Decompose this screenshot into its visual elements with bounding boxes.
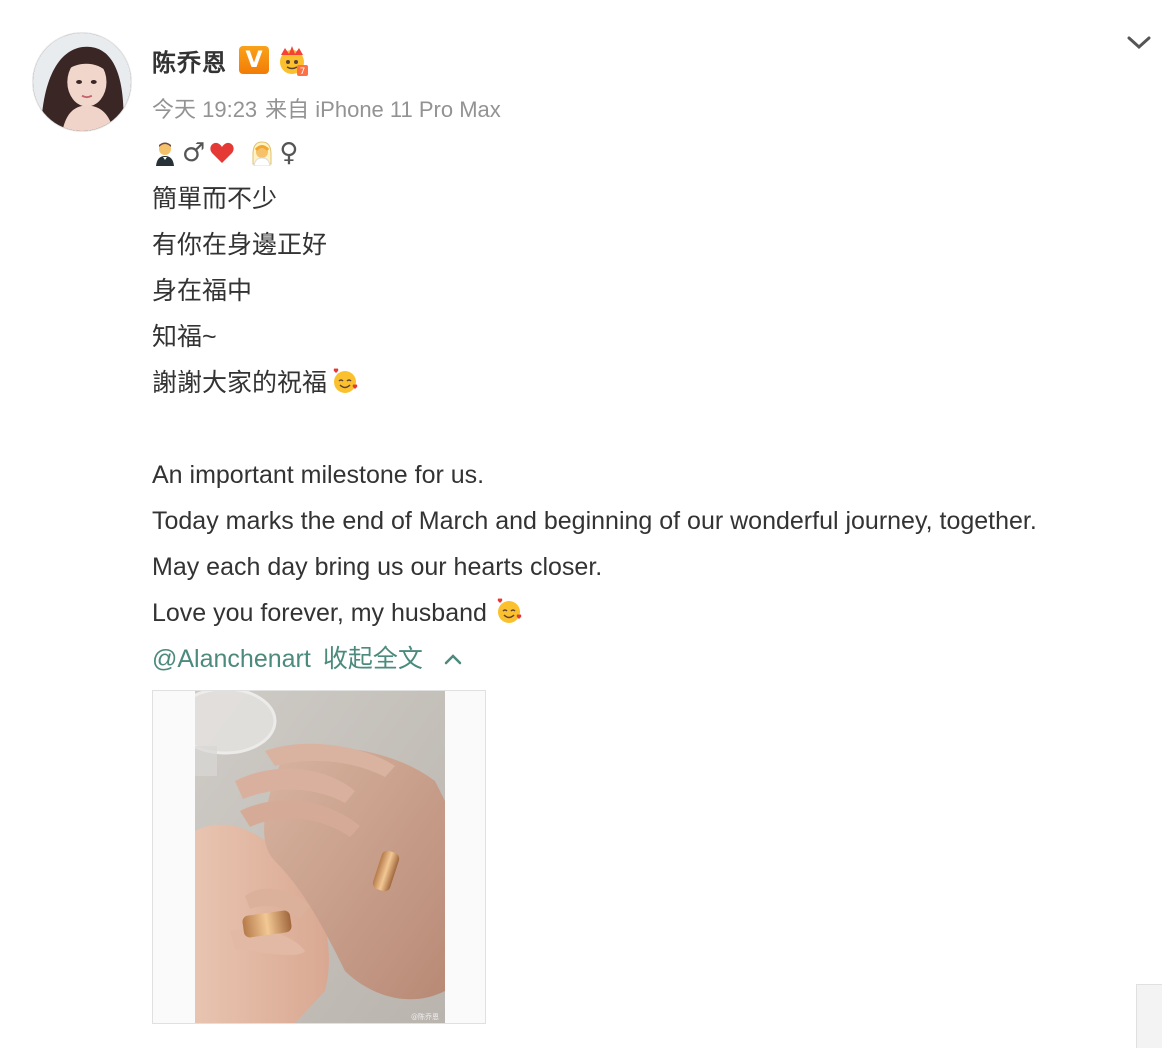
body-line: 有你在身邊正好 — [152, 231, 328, 259]
english-line: May each day bring us our hearts closer. — [152, 553, 603, 581]
english-line-love: Love you forever, my husband — [152, 590, 1157, 636]
post-image-thumbnail[interactable]: @陈乔恩 — [152, 690, 486, 1024]
post-content: ♂ ♀ 簡單而不少 有你在身邊正好 身在福中 知福~ 謝謝大家的祝福 An im… — [152, 130, 1157, 682]
collapse-text-button[interactable]: 收起全文 — [323, 636, 423, 682]
post-source: 来自 iPhone 11 Pro Max — [265, 97, 501, 122]
red-heart-icon — [210, 142, 234, 163]
verified-v-icon[interactable]: V — [239, 46, 269, 74]
weibo-post: 陈乔恩 V 7 今天 19:23 来自 iPhone 11 Pro Max ♂ — [0, 0, 1162, 1048]
timestamp[interactable]: 今天 19:23 — [152, 97, 257, 122]
smiling-hearts-emoji-icon — [497, 598, 522, 623]
body-line: 身在福中 — [152, 277, 253, 305]
avatar-portrait — [33, 33, 131, 131]
post-meta: 今天 19:23 来自 iPhone 11 Pro Max — [152, 92, 509, 124]
hands-rings-image: @陈乔恩 — [195, 691, 445, 1023]
smiling-hearts-emoji-icon — [333, 368, 358, 393]
body-line-text: 謝謝大家的祝福 — [152, 369, 328, 397]
side-card-edge — [1136, 984, 1162, 1048]
photo-watermark: @陈乔恩 — [411, 1012, 439, 1021]
bride-emoji-icon — [252, 141, 272, 166]
username[interactable]: 陈乔恩 — [152, 43, 227, 78]
link-row: @Alanchenart 收起全文 — [152, 636, 1157, 682]
chevron-down-icon[interactable] — [1124, 30, 1154, 54]
author-row: 陈乔恩 V 7 — [152, 40, 309, 80]
male-symbol: ♂ — [182, 138, 206, 168]
body-line: 知福~ — [152, 323, 217, 351]
mention-link[interactable]: @Alanchenart — [152, 636, 311, 682]
female-symbol: ♀ — [279, 138, 299, 168]
avatar[interactable] — [32, 32, 132, 132]
body-line: 簡單而不少 — [152, 185, 278, 213]
english-line-text: Love you forever, my husband — [152, 599, 487, 627]
english-line: Today marks the end of March and beginni… — [152, 507, 1037, 535]
photo-rings-on-hands: @陈乔恩 — [195, 691, 445, 1023]
svg-text:7: 7 — [300, 67, 306, 77]
english-line: An important milestone for us. — [152, 461, 485, 489]
emoji-line: ♂ ♀ — [152, 130, 1157, 176]
body-line-thanks: 謝謝大家的祝福 — [152, 360, 1157, 406]
crown-member-icon[interactable]: 7 — [275, 43, 309, 77]
groom-emoji-icon — [156, 142, 174, 166]
chevron-up-icon[interactable] — [441, 647, 465, 671]
